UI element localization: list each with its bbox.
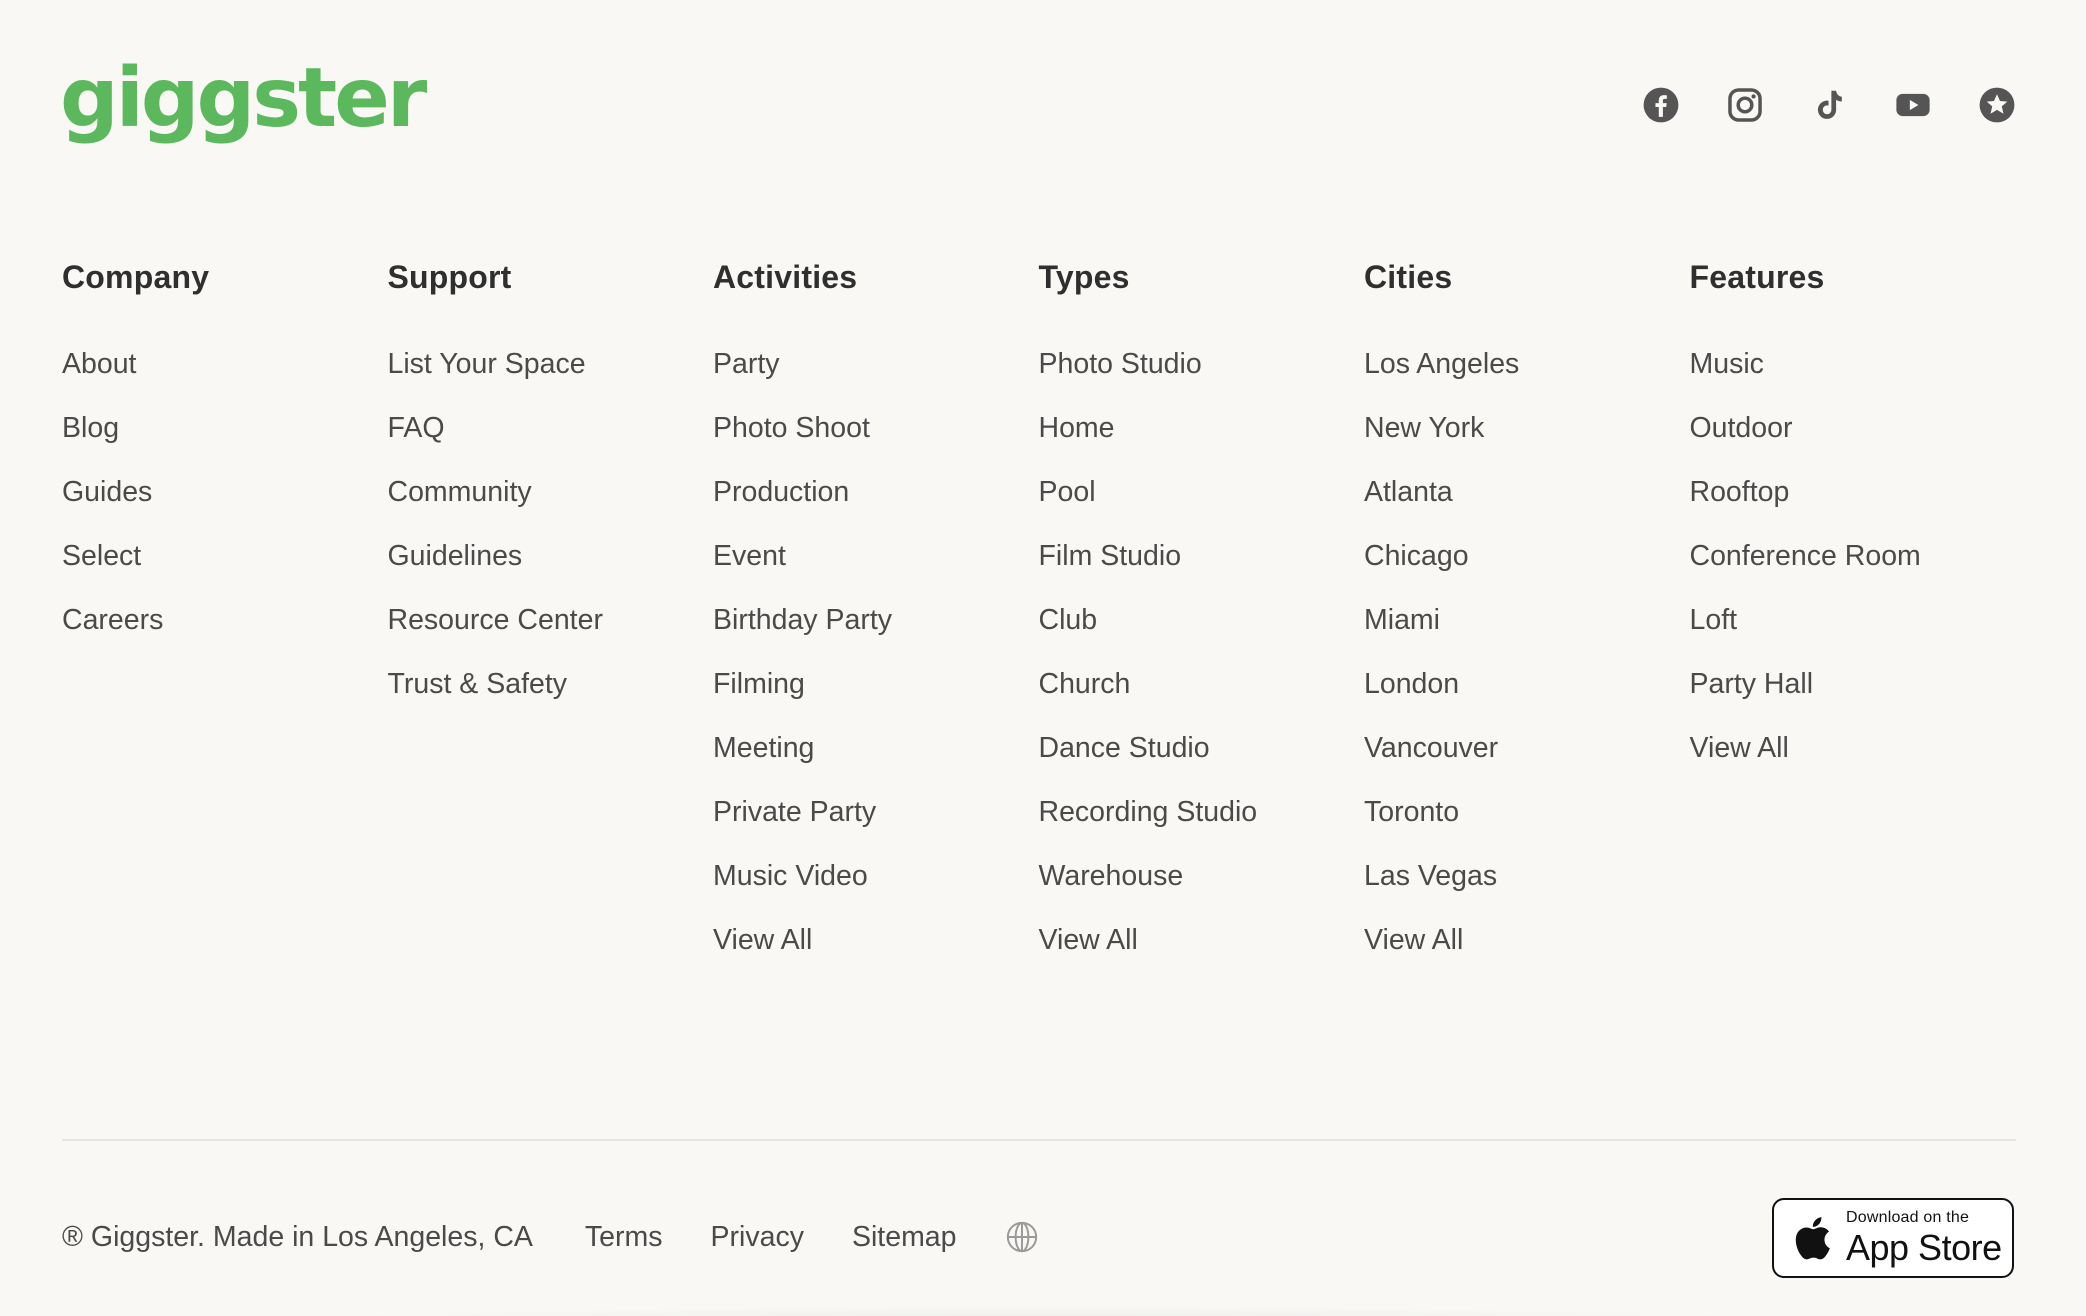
- footer-link[interactable]: Guidelines: [388, 524, 714, 588]
- globe-icon[interactable]: [1005, 1220, 1039, 1254]
- footer-link[interactable]: Filming: [713, 652, 1039, 716]
- column-title: Features: [1689, 259, 1825, 295]
- footer-link[interactable]: Production: [713, 460, 1039, 524]
- footer-link[interactable]: Las Vegas: [1364, 844, 1690, 908]
- copyright-text: ® Giggster. Made in Los Angeles, CA: [62, 1220, 533, 1253]
- app-store-title: App Store: [1846, 1227, 2002, 1268]
- app-store-text: Download on the App Store: [1846, 1210, 2002, 1266]
- footer-link[interactable]: Birthday Party: [713, 588, 1039, 652]
- footer-link[interactable]: Photo Shoot: [713, 396, 1039, 460]
- social-links: [1642, 86, 2016, 124]
- footer-divider: [62, 1139, 2016, 1141]
- footer-link[interactable]: View All: [1690, 716, 2016, 780]
- tiktok-icon[interactable]: [1810, 86, 1848, 124]
- footer-link[interactable]: Rooftop: [1690, 460, 2016, 524]
- facebook-icon[interactable]: [1642, 86, 1680, 124]
- footer-link[interactable]: New York: [1364, 396, 1690, 460]
- instagram-icon[interactable]: [1726, 86, 1764, 124]
- footer-link[interactable]: Resource Center: [388, 588, 714, 652]
- footer-link[interactable]: View All: [713, 908, 1039, 972]
- column-title: Company: [62, 259, 210, 295]
- footer-link[interactable]: Trust & Safety: [388, 652, 714, 716]
- terms-link[interactable]: Terms: [585, 1221, 663, 1254]
- footer-link[interactable]: Party: [713, 332, 1039, 396]
- footer-link[interactable]: Vancouver: [1364, 716, 1690, 780]
- footer-link[interactable]: Warehouse: [1039, 844, 1365, 908]
- app-store-badge[interactable]: Download on the App Store: [1772, 1198, 2014, 1278]
- bottom-shadow: [200, 1306, 1886, 1316]
- footer-link[interactable]: Loft: [1690, 588, 2016, 652]
- footer-link[interactable]: Recording Studio: [1039, 780, 1365, 844]
- footer-link[interactable]: FAQ: [388, 396, 714, 460]
- footer-columns: Company About Blog Guides Select Careers…: [62, 256, 2015, 972]
- footer-link[interactable]: Photo Studio: [1039, 332, 1365, 396]
- footer-link[interactable]: About: [62, 332, 388, 396]
- footer: giggster Company About Blog Guides Selec…: [0, 0, 2086, 1316]
- app-store-caption: Download on the: [1846, 1209, 1970, 1226]
- footer-link[interactable]: Club: [1039, 588, 1365, 652]
- footer-link[interactable]: Conference Room: [1690, 524, 2016, 588]
- giggster-logo[interactable]: giggster: [60, 58, 427, 140]
- footer-link[interactable]: Chicago: [1364, 524, 1690, 588]
- footer-link[interactable]: Los Angeles: [1364, 332, 1690, 396]
- column-types: Types Photo Studio Home Pool Film Studio…: [1039, 256, 1365, 972]
- column-features: Features Music Outdoor Rooftop Conferenc…: [1690, 256, 2016, 972]
- footer-link[interactable]: Miami: [1364, 588, 1690, 652]
- column-title: Cities: [1364, 259, 1453, 295]
- footer-link[interactable]: Private Party: [713, 780, 1039, 844]
- footer-link[interactable]: Guides: [62, 460, 388, 524]
- footer-link[interactable]: Careers: [62, 588, 388, 652]
- footer-link[interactable]: Atlanta: [1364, 460, 1690, 524]
- youtube-icon[interactable]: [1894, 86, 1932, 124]
- footer-link[interactable]: Outdoor: [1690, 396, 2016, 460]
- footer-link[interactable]: London: [1364, 652, 1690, 716]
- footer-link[interactable]: Meeting: [713, 716, 1039, 780]
- apple-icon: [1790, 1213, 1832, 1263]
- footer-link[interactable]: Home: [1039, 396, 1365, 460]
- footer-link[interactable]: List Your Space: [388, 332, 714, 396]
- footer-link[interactable]: Toronto: [1364, 780, 1690, 844]
- footer-link[interactable]: Party Hall: [1690, 652, 2016, 716]
- column-cities: Cities Los Angeles New York Atlanta Chic…: [1364, 256, 1690, 972]
- footer-link[interactable]: View All: [1364, 908, 1690, 972]
- footer-link[interactable]: Select: [62, 524, 388, 588]
- footer-link[interactable]: Music Video: [713, 844, 1039, 908]
- footer-link[interactable]: Film Studio: [1039, 524, 1365, 588]
- column-support: Support List Your Space FAQ Community Gu…: [388, 256, 714, 972]
- sitemap-link[interactable]: Sitemap: [852, 1221, 957, 1254]
- footer-link[interactable]: Community: [388, 460, 714, 524]
- column-company: Company About Blog Guides Select Careers: [62, 256, 388, 972]
- footer-link[interactable]: Dance Studio: [1039, 716, 1365, 780]
- review-star-icon[interactable]: [1978, 86, 2016, 124]
- footer-link[interactable]: Blog: [62, 396, 388, 460]
- column-title: Support: [387, 259, 512, 295]
- column-title: Types: [1038, 259, 1130, 295]
- privacy-link[interactable]: Privacy: [711, 1221, 804, 1254]
- column-activities: Activities Party Photo Shoot Production …: [713, 256, 1039, 972]
- bottom-bar: ® Giggster. Made in Los Angeles, CA Term…: [62, 1212, 1039, 1262]
- footer-link[interactable]: Music: [1690, 332, 2016, 396]
- footer-link[interactable]: Church: [1039, 652, 1365, 716]
- footer-link[interactable]: Pool: [1039, 460, 1365, 524]
- column-title: Activities: [713, 259, 858, 295]
- footer-link[interactable]: Event: [713, 524, 1039, 588]
- footer-link[interactable]: View All: [1039, 908, 1365, 972]
